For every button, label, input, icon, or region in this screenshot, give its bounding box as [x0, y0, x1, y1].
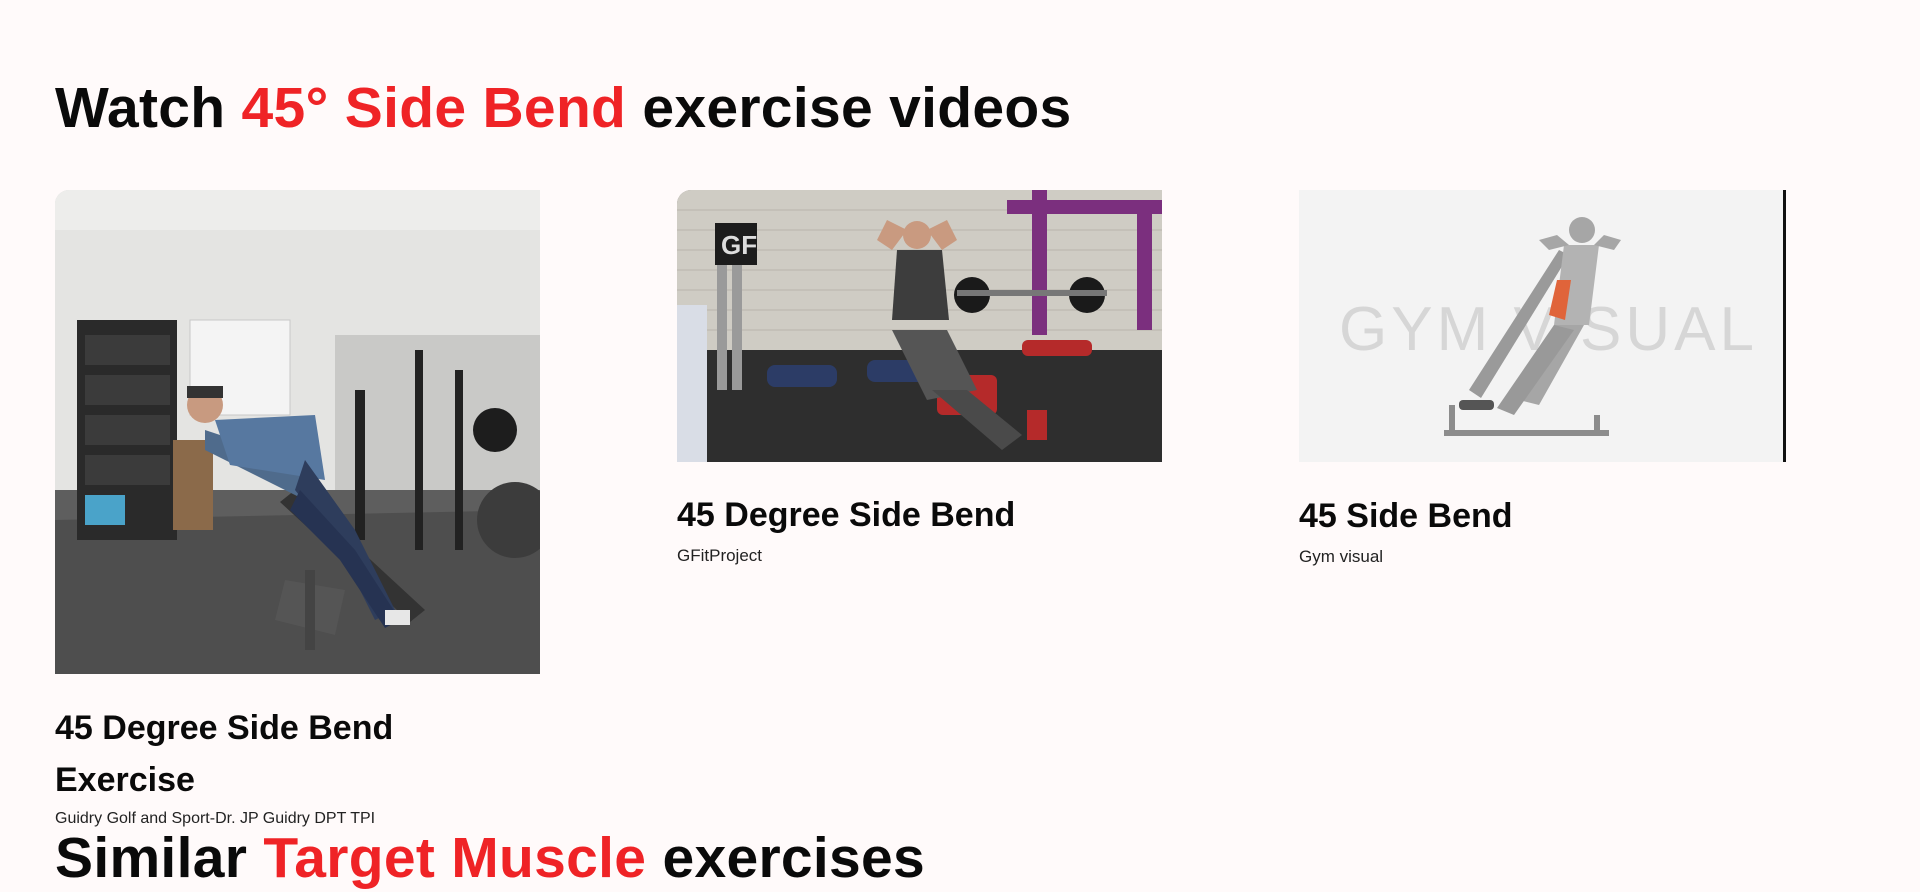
video-title[interactable]: 45 Degree Side Bend: [677, 489, 1162, 541]
video-thumbnail[interactable]: GF: [677, 190, 1162, 462]
gym-bench-thumbnail-image: GF: [677, 190, 1162, 462]
page: Watch 45° Side Bend exercise videos 45 D…: [0, 0, 1920, 892]
similar-exercises-heading: Similar Target Muscle exercises: [55, 830, 925, 887]
heading-target-muscle: Target Muscle: [263, 826, 647, 890]
video-card[interactable]: 45 Degree Side Bend Exercise Guidry Golf…: [55, 190, 540, 828]
heading-exercise-name: 45° Side Bend: [241, 76, 627, 140]
video-title[interactable]: 45 Degree Side Bend Exercise: [55, 702, 475, 806]
video-thumbnail[interactable]: [55, 190, 540, 674]
heading-suffix: exercise videos: [642, 76, 1072, 140]
heading-prefix: Watch: [55, 76, 226, 140]
gym-visual-thumbnail-image: GYM VISUAL: [1299, 190, 1783, 462]
gfit-logo-text: GF: [721, 230, 757, 260]
gym-side-bend-thumbnail-image: [55, 190, 540, 674]
video-title[interactable]: 45 Side Bend: [1299, 490, 1786, 542]
video-thumbnail[interactable]: GYM VISUAL: [1299, 190, 1786, 462]
channel-name: GFitProject: [677, 546, 763, 565]
channel-name: Gym visual: [1299, 547, 1384, 566]
heading-prefix: Similar: [55, 826, 248, 890]
watch-videos-heading: Watch 45° Side Bend exercise videos: [55, 80, 1071, 137]
video-card[interactable]: GYM VISUAL 45 Side Bend Gym visual: [1299, 190, 1786, 567]
heading-suffix: exercises: [662, 826, 926, 890]
video-card[interactable]: GF 45 Degree Side Bend GFitProject: [677, 190, 1162, 566]
